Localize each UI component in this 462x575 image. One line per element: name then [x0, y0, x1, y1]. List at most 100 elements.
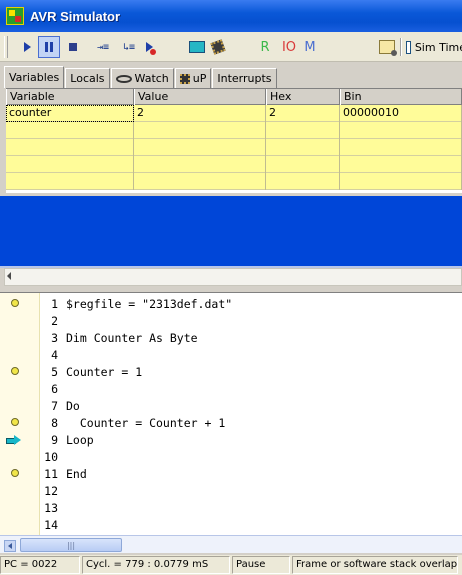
step-into-icon: ⇥≡	[97, 42, 109, 53]
memory-button[interactable]: M	[303, 36, 317, 58]
code-line[interactable]: 6	[40, 380, 462, 397]
table-row[interactable]	[6, 173, 462, 190]
line-text: Do	[66, 399, 80, 413]
line-text: $regfile = "2313def.dat"	[66, 297, 232, 311]
column-header-bin[interactable]: Bin	[340, 89, 462, 105]
code-line[interactable]: 4	[40, 346, 462, 363]
status-pc: PC = 0022	[0, 556, 80, 574]
line-number: 1	[40, 297, 58, 311]
code-line[interactable]: 7 Do	[40, 397, 462, 414]
breakpoint-marker-icon[interactable]	[11, 367, 19, 375]
editor-horizontal-scrollbar[interactable]: |||	[0, 535, 462, 553]
settings-button[interactable]	[376, 36, 398, 58]
code-line[interactable]: 2	[40, 312, 462, 329]
tab-interrupts[interactable]: Interrupts	[212, 68, 276, 88]
code-line[interactable]: 11 End	[40, 465, 462, 482]
cell-variable[interactable]	[6, 122, 134, 139]
pause-button[interactable]	[38, 36, 60, 58]
cell-value[interactable]: 2	[134, 105, 266, 122]
code-line[interactable]: 12	[40, 482, 462, 499]
breakpoint-marker-icon[interactable]	[11, 418, 19, 426]
registers-button[interactable]: R	[258, 36, 272, 58]
tab-label: Locals	[70, 72, 104, 85]
stop-icon	[69, 43, 77, 51]
status-cycles: Cycl. = 779 : 0.0779 mS	[82, 556, 230, 574]
line-number: 6	[40, 382, 58, 396]
step-into-button[interactable]: ⇥≡	[92, 36, 114, 58]
table-row[interactable]	[6, 139, 462, 156]
io-button[interactable]: IO	[280, 36, 298, 58]
settings-icon	[379, 40, 395, 54]
code-line[interactable]: 13	[40, 499, 462, 516]
cell-hex[interactable]	[266, 122, 340, 139]
line-number: 4	[40, 348, 58, 362]
play-icon	[24, 42, 31, 52]
table-row[interactable]	[6, 122, 462, 139]
breakpoint-marker-icon[interactable]	[11, 299, 19, 307]
chip-button[interactable]	[208, 36, 228, 58]
line-number: 9	[40, 433, 58, 447]
code-line[interactable]: 9 Loop	[40, 431, 462, 448]
code-line[interactable]: 10	[40, 448, 462, 465]
cell-bin[interactable]	[340, 139, 462, 156]
column-header-variable[interactable]: Variable	[6, 89, 134, 105]
code-line[interactable]: 8 Counter = Counter + 1	[40, 414, 462, 431]
tab-label: Variables	[9, 71, 59, 84]
cell-bin[interactable]	[340, 122, 462, 139]
line-text: Counter = Counter + 1	[66, 416, 225, 430]
code-line[interactable]: 5 Counter = 1	[40, 363, 462, 380]
cell-value[interactable]	[134, 122, 266, 139]
code-line[interactable]: 3 Dim Counter As Byte	[40, 329, 462, 346]
breakpoint-marker-icon[interactable]	[11, 469, 19, 477]
line-number: 8	[40, 416, 58, 430]
table-row[interactable]: counter 2 2 00000010	[6, 105, 462, 122]
cell-hex[interactable]	[266, 156, 340, 173]
cell-hex[interactable]	[266, 173, 340, 190]
panel-horizontal-scrollbar[interactable]	[4, 268, 462, 286]
tab-label: uP	[193, 72, 207, 85]
table-row[interactable]	[6, 156, 462, 173]
stop-button[interactable]	[62, 36, 84, 58]
run-button[interactable]	[16, 36, 38, 58]
scroll-left-icon[interactable]	[4, 540, 16, 552]
scroll-left-icon[interactable]	[7, 272, 11, 280]
cell-bin[interactable]	[340, 156, 462, 173]
cell-variable[interactable]: counter	[6, 105, 134, 122]
tab-label: Interrupts	[217, 72, 271, 85]
variables-grid: Variable Value Hex Bin counter 2 2 00000…	[6, 88, 462, 193]
column-header-hex[interactable]: Hex	[266, 89, 340, 105]
tab-watch[interactable]: Watch	[111, 68, 174, 88]
code-line[interactable]: 14	[40, 516, 462, 533]
cell-hex[interactable]	[266, 139, 340, 156]
cell-bin[interactable]: 00000010	[340, 105, 462, 122]
cell-variable[interactable]	[6, 156, 134, 173]
cell-bin[interactable]	[340, 173, 462, 190]
source-code-editor[interactable]: 1 $regfile = "2313def.dat" 2 3 Dim Counter…	[0, 292, 462, 535]
code-line[interactable]: 1 $regfile = "2313def.dat"	[40, 295, 462, 312]
cell-hex[interactable]: 2	[266, 105, 340, 122]
cell-value[interactable]	[134, 173, 266, 190]
sim-time-checkbox[interactable]: Sim Time	[406, 36, 462, 58]
toolbar-separator	[400, 38, 402, 56]
cell-value[interactable]	[134, 156, 266, 173]
line-number: 7	[40, 399, 58, 413]
breakpoint-gutter[interactable]	[0, 293, 40, 536]
cell-value[interactable]	[134, 139, 266, 156]
tab-up[interactable]: uP	[175, 68, 212, 88]
step-over-icon: ↳≡	[123, 42, 135, 53]
tab-label: Watch	[135, 72, 169, 85]
line-number: 12	[40, 484, 58, 498]
chip-icon	[210, 39, 225, 54]
led-button[interactable]	[186, 36, 208, 58]
sim-time-checkbox-box[interactable]	[406, 41, 411, 54]
toolbar-grip[interactable]	[4, 36, 8, 58]
run-to-cursor-button[interactable]	[140, 36, 158, 58]
tab-variables[interactable]: Variables	[4, 66, 64, 88]
tab-locals[interactable]: Locals	[65, 68, 109, 88]
cell-variable[interactable]	[6, 173, 134, 190]
toolbar: ⇥≡ ↳≡ R IO M Sim Time	[0, 32, 462, 62]
cell-variable[interactable]	[6, 139, 134, 156]
scrollbar-thumb[interactable]: |||	[20, 538, 122, 552]
column-header-value[interactable]: Value	[134, 89, 266, 105]
step-over-button[interactable]: ↳≡	[118, 36, 140, 58]
